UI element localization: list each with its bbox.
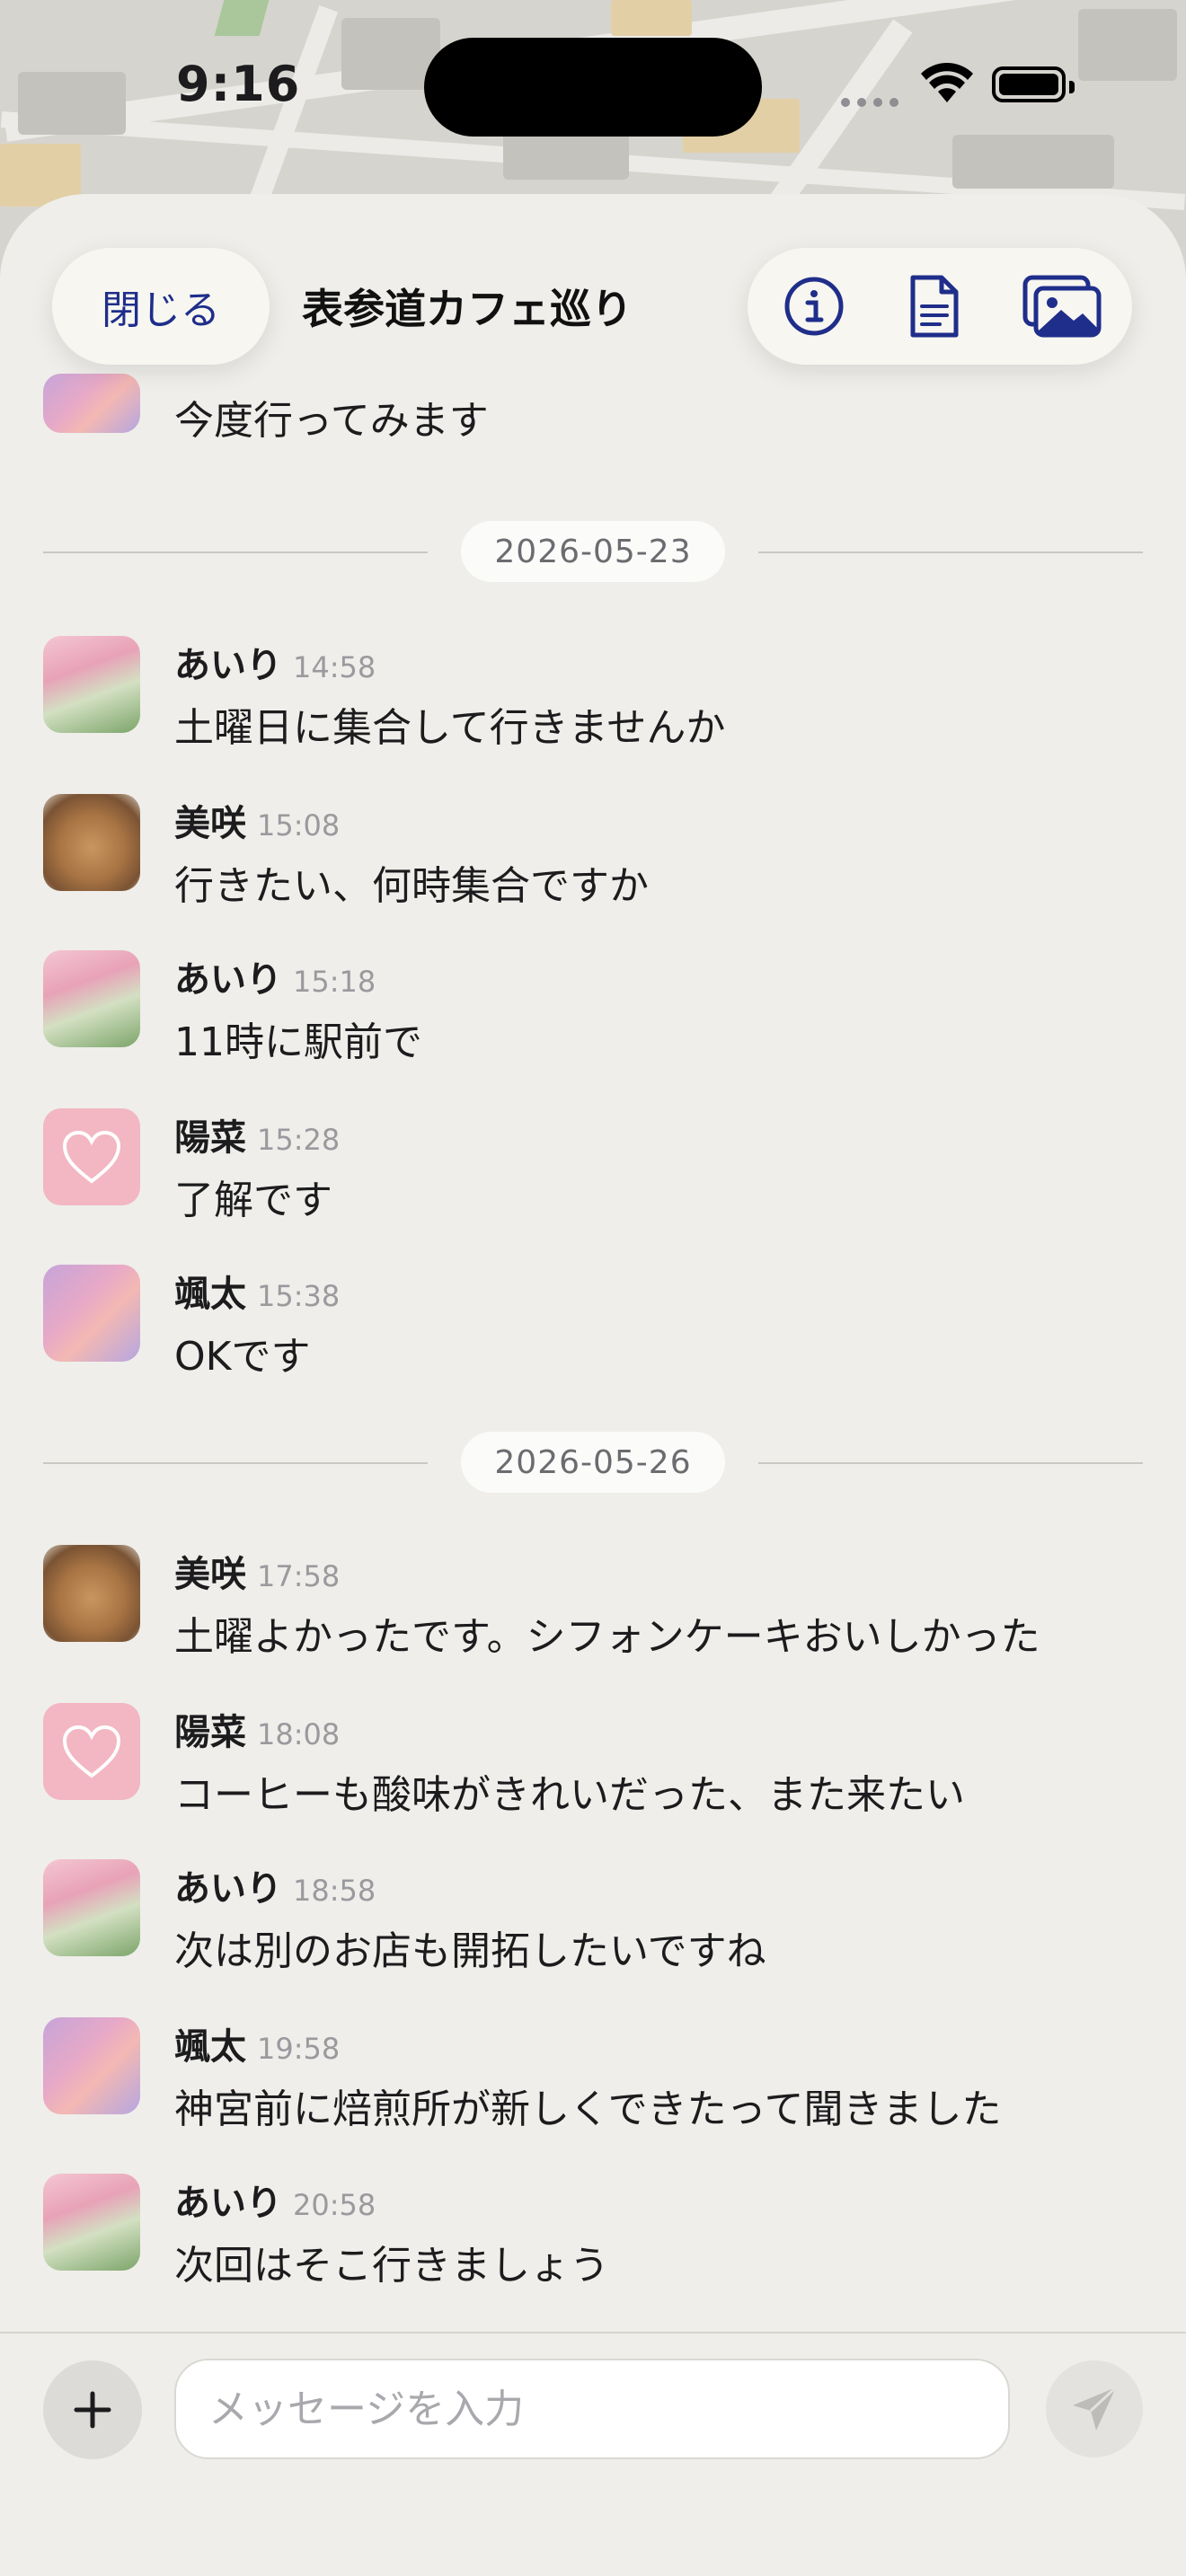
message-text: 行きたい、何時集合ですか xyxy=(174,863,649,909)
avatar xyxy=(43,374,140,433)
chat-header: 閉じる 表参道カフェ巡り xyxy=(0,194,1186,374)
add-attachment-button[interactable] xyxy=(43,2360,142,2459)
message-time: 15:18 xyxy=(293,965,376,999)
message-text: 土曜よかったです。シフォンケーキおいしかった xyxy=(174,1614,1040,1660)
wifi-icon xyxy=(921,63,973,102)
sender-name: あいり 15:18 xyxy=(174,959,376,1001)
sender-name: 颯太 19:58 xyxy=(174,2026,341,2068)
message-input[interactable] xyxy=(174,2359,1010,2459)
dynamic-island xyxy=(424,38,762,137)
message-list[interactable]: 今度行ってみます 2026-05-23 あいり 14:58 土曜日に集合して行きま… xyxy=(0,194,1186,2332)
message-composer xyxy=(0,2332,1186,2576)
signal-dots-icon xyxy=(841,93,913,107)
date-divider: 2026-05-26 xyxy=(43,1432,1143,1495)
message-item: 美咲 15:08 行きたい、何時集合ですか xyxy=(0,794,1186,938)
message-text: 今度行ってみます xyxy=(174,398,489,444)
avatar xyxy=(43,1859,140,1956)
avatar xyxy=(43,1108,140,1205)
message-time: 18:58 xyxy=(293,1874,376,1908)
message-item: 美咲 17:58 土曜よかったです。シフォンケーキおいしかった xyxy=(0,1545,1186,1689)
sender-name: 陽菜 15:28 xyxy=(174,1117,341,1159)
close-button[interactable]: 閉じる xyxy=(52,248,270,365)
avatar xyxy=(43,950,140,1047)
date-label: 2026-05-23 xyxy=(461,521,725,582)
message-text: コーヒーも酸味がきれいだった、また来たい xyxy=(174,1772,965,1818)
message-time: 18:08 xyxy=(257,1717,341,1751)
avatar xyxy=(43,1265,140,1362)
message-time: 15:38 xyxy=(257,1279,341,1313)
message-item: 颯太 19:58 神宮前に焙煎所が新しくできたって聞きました xyxy=(0,2017,1186,2161)
message-text: OKです xyxy=(174,1334,311,1380)
message-text: 了解です xyxy=(174,1178,332,1223)
avatar xyxy=(43,2174,140,2271)
message-text: 土曜日に集合して行きませんか xyxy=(174,705,726,751)
message-time: 15:28 xyxy=(257,1123,341,1157)
message-time: 14:58 xyxy=(293,650,376,684)
status-time: 9:16 xyxy=(176,56,301,112)
message-text: 次は別のお店も開拓したいですね xyxy=(174,1928,766,1974)
message-item: 颯太 15:38 OKです xyxy=(0,1265,1186,1408)
avatar xyxy=(43,1545,140,1642)
sender-name: 美咲 15:08 xyxy=(174,803,341,844)
header-actions xyxy=(748,248,1132,365)
chat-sheet: 閉じる 表参道カフェ巡り 今度行ってみます 2026-05-23 あいり 14:… xyxy=(0,194,1186,2576)
date-label: 2026-05-26 xyxy=(461,1432,725,1493)
message-time: 20:58 xyxy=(293,2188,376,2222)
sender-name: あいり 14:58 xyxy=(174,645,376,686)
message-text: 11時に駅前で xyxy=(174,1019,422,1065)
message-time: 17:58 xyxy=(257,1559,341,1593)
sender-name: あいり 18:58 xyxy=(174,1868,376,1910)
message-time: 15:08 xyxy=(257,808,341,842)
send-button[interactable] xyxy=(1046,2360,1143,2457)
message-text: 神宮前に焙煎所が新しくできたって聞きました xyxy=(174,2086,1002,2132)
message-item: 陽菜 15:28 了解です xyxy=(0,1108,1186,1252)
status-bar: 9:16 xyxy=(0,0,1186,180)
message-item: あいり 20:58 次回はそこ行きましょう xyxy=(0,2174,1186,2317)
sender-name: あいり 20:58 xyxy=(174,2183,376,2224)
sender-name: 美咲 17:58 xyxy=(174,1554,341,1595)
avatar xyxy=(43,636,140,733)
chat-title: 表参道カフェ巡り xyxy=(302,285,633,333)
avatar xyxy=(43,2017,140,2114)
sender-name: 颯太 15:38 xyxy=(174,1274,341,1315)
message-item: 今度行ってみます xyxy=(0,374,1186,460)
avatar xyxy=(43,1703,140,1800)
message-item: あいり 15:18 11時に駅前で xyxy=(0,950,1186,1094)
battery-icon xyxy=(992,66,1075,102)
heart-icon xyxy=(62,1725,121,1778)
info-icon[interactable] xyxy=(778,270,850,342)
message-item: あいり 14:58 土曜日に集合して行きませんか xyxy=(0,636,1186,780)
plus-icon xyxy=(74,2391,111,2429)
avatar xyxy=(43,794,140,891)
message-text: 次回はそこ行きましょう xyxy=(174,2243,609,2289)
date-divider: 2026-05-23 xyxy=(43,521,1143,584)
heart-icon xyxy=(62,1130,121,1184)
sender-name: 陽菜 18:08 xyxy=(174,1712,341,1753)
document-icon[interactable] xyxy=(898,270,970,342)
photos-icon[interactable] xyxy=(1017,270,1107,342)
message-item: あいり 18:58 次は別のお店も開拓したいですね xyxy=(0,1859,1186,2003)
message-item: 陽菜 18:08 コーヒーも酸味がきれいだった、また来たい xyxy=(0,1703,1186,1847)
message-time: 19:58 xyxy=(257,2032,341,2066)
send-icon xyxy=(1073,2386,1118,2430)
